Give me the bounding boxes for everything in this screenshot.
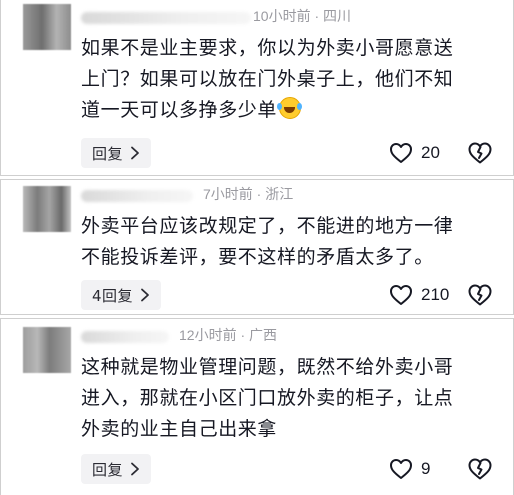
comment-text: 外卖平台应该改规定了，不能进的地方一律 不能投诉差评，要不这样的矛盾太多了。 (81, 211, 481, 273)
comment-line: 不能投诉差评，要不这样的矛盾太多了。 (81, 246, 434, 268)
heart-icon (390, 459, 412, 479)
avatar[interactable] (23, 327, 71, 373)
comment-time: 12小时前 (179, 327, 237, 343)
comment-line: 这种就是物业管理问题，既然不给外卖小哥 (81, 356, 454, 378)
comment-line-text: 道一天可以多挣多少单 (81, 99, 278, 121)
comment-line: 如果不是业主要求，你以为外卖小哥愿意送 (81, 37, 454, 59)
avatar[interactable] (23, 4, 71, 50)
broken-heart-icon[interactable] (467, 282, 493, 308)
username-blurred[interactable] (81, 190, 193, 202)
comment-meta: 10小时前 · 四川 (253, 6, 351, 26)
comment-card: 7小时前 · 浙江 外卖平台应该改规定了，不能进的地方一律 不能投诉差评，要不这… (0, 179, 514, 315)
comment-line: 进入，那就在小区门口放外卖的柜子，让点 (81, 387, 454, 409)
like-button[interactable]: 210 (389, 282, 449, 308)
username-blurred[interactable] (81, 331, 169, 343)
comment-line: 上门？如果可以放在门外桌子上，他们不知 (81, 68, 454, 90)
reply-label: 回复 (92, 144, 124, 163)
comment-location: 广西 (249, 327, 278, 343)
avatar[interactable] (23, 186, 71, 232)
comment-meta: 12小时前 · 广西 (179, 325, 277, 345)
reply-label: 4回复 (92, 286, 134, 305)
comment-card: 10小时前 · 四川 如果不是业主要求，你以为外卖小哥愿意送 上门？如果可以放在… (0, 0, 514, 176)
comment-line: 外卖平台应该改规定了，不能进的地方一律 (81, 215, 454, 237)
chevron-right-icon (141, 288, 149, 302)
meta-separator: · (310, 8, 324, 24)
reply-button[interactable]: 回复 (81, 138, 152, 168)
comment-card: 12小时前 · 广西 这种就是物业管理问题，既然不给外卖小哥 进入，那就在小区门… (0, 318, 514, 495)
heart-icon (390, 143, 412, 163)
comment-time: 7小时前 (203, 186, 253, 202)
reply-label: 回复 (92, 460, 124, 479)
username-blurred[interactable] (81, 12, 251, 24)
laughing-crying-emoji-icon (277, 97, 302, 119)
like-button[interactable]: 9 (389, 456, 430, 482)
comment-text: 如果不是业主要求，你以为外卖小哥愿意送 上门？如果可以放在门外桌子上，他们不知 … (81, 33, 481, 126)
like-count: 210 (421, 285, 450, 304)
view-replies-button[interactable]: 4回复 (81, 280, 162, 310)
heart-icon (390, 285, 412, 305)
broken-heart-icon[interactable] (467, 456, 493, 482)
chevron-right-icon (131, 146, 139, 160)
like-count: 20 (421, 143, 440, 162)
reply-button[interactable]: 回复 (81, 454, 152, 484)
comment-location: 四川 (323, 8, 352, 24)
like-button[interactable]: 20 (389, 140, 440, 166)
comment-meta: 7小时前 · 浙江 (203, 184, 293, 204)
chevron-right-icon (131, 462, 139, 476)
broken-heart-icon[interactable] (467, 140, 493, 166)
like-count: 9 (421, 459, 431, 478)
comment-time: 10小时前 (253, 8, 311, 24)
meta-separator: · (236, 327, 250, 343)
comment-line: 外卖的业主自己出来拿 (81, 418, 278, 440)
comment-location: 浙江 (265, 186, 294, 202)
comment-line: 道一天可以多挣多少单 (81, 95, 481, 126)
comment-text: 这种就是物业管理问题，既然不给外卖小哥 进入，那就在小区门口放外卖的柜子，让点 … (81, 352, 481, 445)
meta-separator: · (252, 186, 266, 202)
